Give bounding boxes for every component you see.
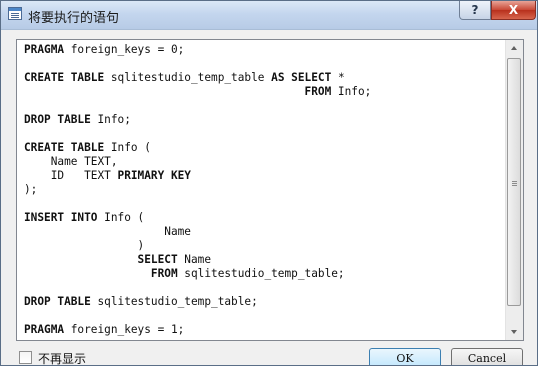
sql-keyword: PRAGMA [24, 323, 65, 336]
sql-text: Info; [90, 113, 131, 126]
grip-icon [512, 181, 517, 182]
sql-text: Info; [331, 85, 372, 98]
code-line: ID TEXT PRIMARY KEY [24, 169, 502, 183]
scroll-thumb[interactable] [507, 58, 521, 306]
sql-keyword: CREATE TABLE [24, 71, 105, 84]
code-line: ); [24, 183, 502, 197]
sql-text: ); [24, 183, 38, 196]
code-line: SELECT Name [24, 253, 502, 267]
dont-show-again-label: 不再显示 [38, 352, 87, 366]
sql-text: ) [24, 239, 145, 252]
scroll-up-arrow-icon[interactable] [506, 40, 523, 57]
code-line: PRAGMA foreign_keys = 0; [24, 43, 502, 57]
sql-text: sqlitestudio_temp_table; [177, 267, 345, 280]
code-line: PRAGMA foreign_keys = 1; [24, 323, 502, 337]
sql-text: Name [24, 225, 191, 238]
code-line: FROM Info; [24, 85, 502, 99]
sql-keyword: FROM [304, 85, 332, 98]
vertical-scrollbar[interactable] [505, 40, 523, 340]
code-line: ) [24, 239, 502, 253]
code-line: Name TEXT, [24, 155, 502, 169]
code-line: FROM sqlitestudio_temp_table; [24, 267, 502, 281]
code-line: CREATE TABLE Info ( [24, 141, 502, 155]
cancel-button[interactable]: Cancel [451, 348, 523, 365]
help-button[interactable]: ? [459, 1, 491, 20]
sql-text: Info ( [104, 141, 151, 154]
window-icon [8, 7, 22, 20]
scroll-down-arrow-icon[interactable] [506, 323, 523, 340]
sql-keyword: PRIMARY KEY [117, 169, 191, 182]
sql-keyword: SELECT [137, 253, 178, 266]
code-line: INSERT INTO Info ( [24, 211, 502, 225]
sql-keyword: FROM [150, 267, 178, 280]
sql-text: sqlitestudio_temp_table; [90, 295, 258, 308]
window-title: 将要执行的语句 [28, 11, 120, 26]
sql-statement-editor[interactable]: PRAGMA foreign_keys = 0; CREATE TABLE sql… [16, 39, 524, 341]
dont-show-again-checkbox[interactable] [19, 351, 32, 364]
sql-text: * [331, 71, 345, 84]
sql-keyword: PRAGMA [24, 43, 65, 56]
code-line: Name [24, 225, 502, 239]
sql-keyword: AS SELECT [271, 71, 332, 84]
sql-text: ID TEXT [24, 169, 118, 182]
sql-text: foreign_keys = 1; [64, 323, 185, 336]
code-line: CREATE TABLE sqlitestudio_temp_table AS … [24, 71, 502, 85]
sql-keyword: INSERT INTO [24, 211, 98, 224]
sql-text: sqlitestudio_temp_table [104, 71, 272, 84]
close-button[interactable]: X [491, 1, 536, 20]
sql-keyword: DROP TABLE [24, 295, 91, 308]
sql-code-text: PRAGMA foreign_keys = 0; CREATE TABLE sql… [24, 43, 502, 339]
sql-text: Name TEXT, [24, 155, 118, 168]
title-bar: 将要执行的语句 ? X [1, 1, 537, 30]
code-line: DROP TABLE sqlitestudio_temp_table; [24, 295, 502, 309]
sql-text: Name [177, 253, 212, 266]
sql-keyword: DROP TABLE [24, 113, 91, 126]
dialog-window: 将要执行的语句 ? X PRAGMA foreign_keys = 0; CREA… [0, 0, 538, 366]
sql-text: foreign_keys = 0; [64, 43, 185, 56]
code-line: DROP TABLE Info; [24, 113, 502, 127]
sql-keyword: CREATE TABLE [24, 141, 105, 154]
ok-button[interactable]: OK [369, 348, 441, 365]
sql-text: Info ( [97, 211, 145, 224]
